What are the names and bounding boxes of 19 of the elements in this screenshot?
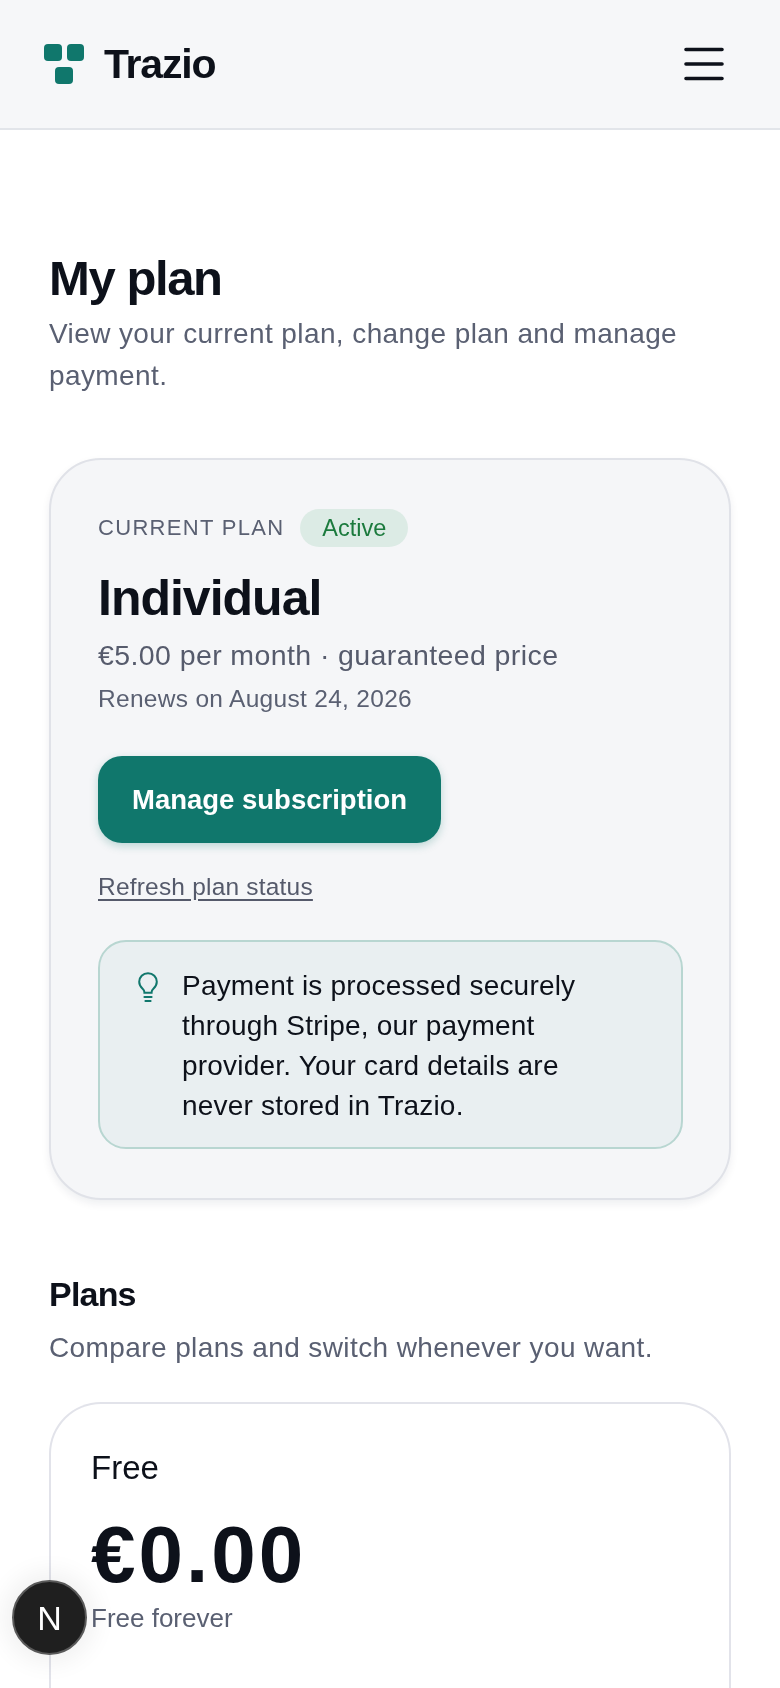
- plan-tier-note: Free forever: [91, 1602, 233, 1635]
- plan-price: €5.00 per month · guaranteed price: [98, 638, 560, 673]
- logo-squares-icon: [44, 44, 84, 84]
- status-badge: Active: [300, 509, 409, 547]
- page-subtitle: View your current plan, change plan and manage payment.: [49, 317, 679, 393]
- plan-tier-name: Free: [91, 1448, 159, 1488]
- plan-tier-price: €0.00: [91, 1511, 307, 1599]
- manage-subscription-button[interactable]: Manage subscription: [98, 756, 442, 843]
- menu-icon[interactable]: [684, 47, 724, 81]
- plan-name: Individual: [98, 569, 322, 628]
- section-subtitle: Compare plans and switch whenever you want.: [49, 1331, 654, 1365]
- renewal-date: Renews on August 24, 2026: [98, 684, 413, 714]
- notice-text: Payment is processed securely through Stripe, our payment provider. Your card details are never stored in Trazio.: [182, 969, 577, 1123]
- page-title: My plan: [49, 250, 222, 306]
- section-label: CURRENT PLAN: [98, 514, 285, 542]
- section-title: Plans: [49, 1274, 136, 1314]
- refresh-link[interactable]: Refresh plan status: [98, 871, 313, 903]
- brand-name: Trazio: [104, 40, 216, 88]
- lightbulb-icon: [136, 971, 160, 1003]
